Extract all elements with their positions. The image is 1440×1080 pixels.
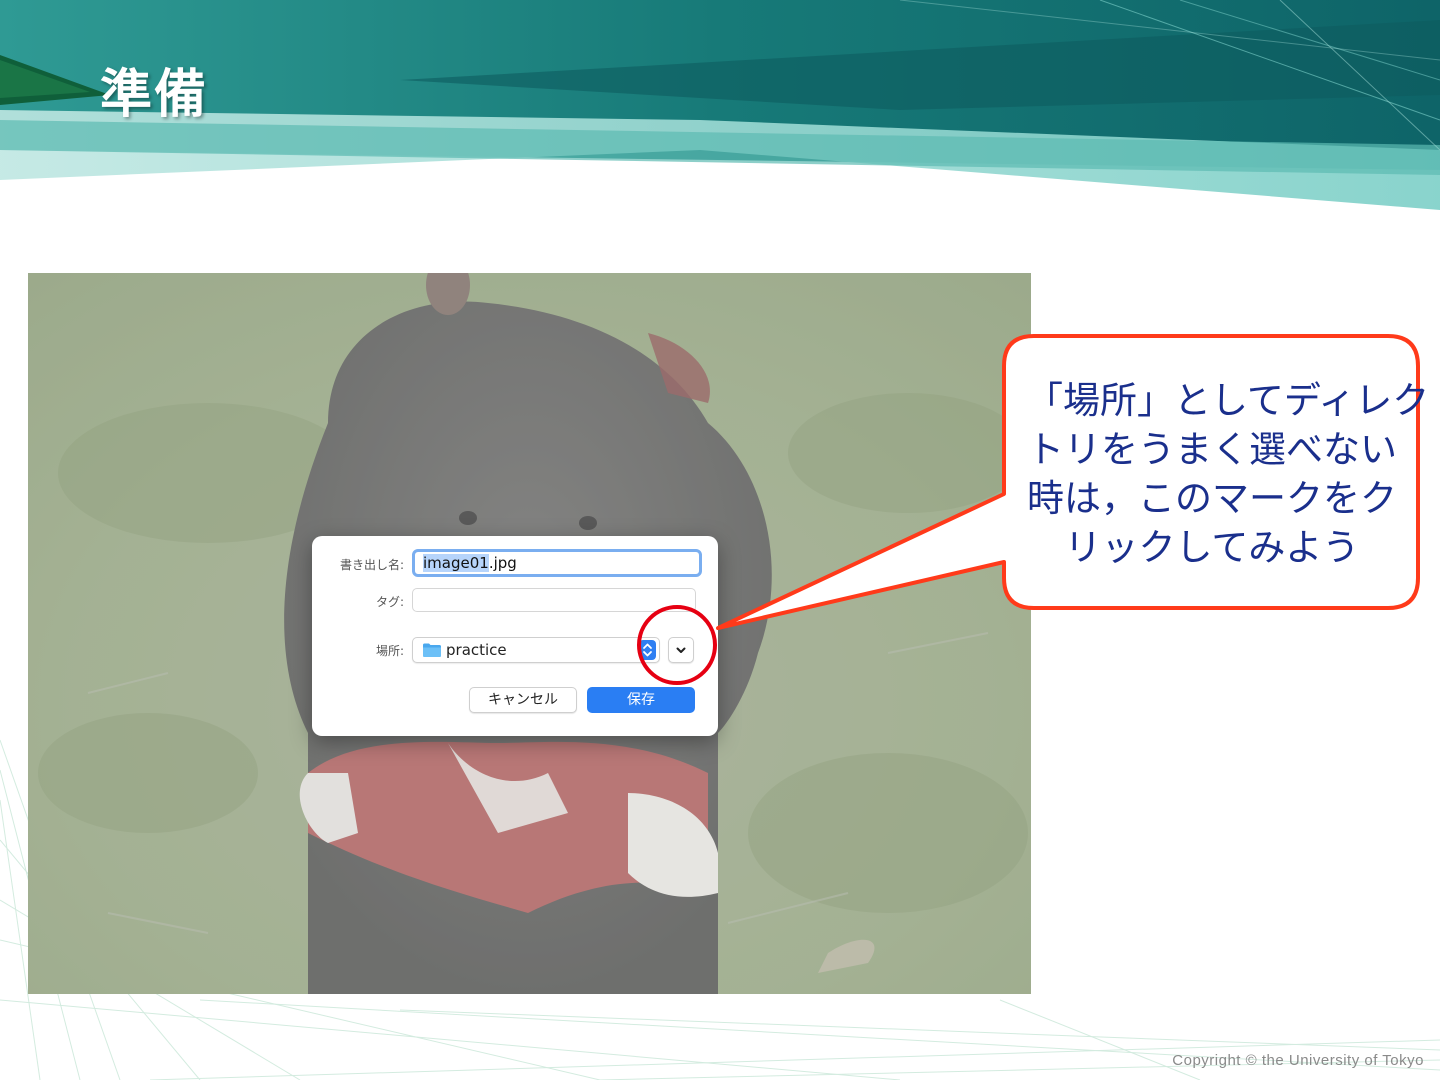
callout-line: 時は，このマークをク [1027, 477, 1397, 520]
slide: 準備 書き出し名: image01.jpg タグ: 場所: practice キ… [0, 0, 1440, 1080]
callout-text: 「場所」としてディレク トリをうまく選べない 時は，このマークをク リックしてみ… [1026, 376, 1430, 572]
callout-line: リックしてみよう [1064, 526, 1360, 569]
callout-line: トリをうまく選べない [1027, 428, 1397, 471]
copyright-footer: Copyright © the University of Tokyo [1172, 1052, 1424, 1069]
callout-line: 「場所」としてディレク [1026, 379, 1430, 422]
